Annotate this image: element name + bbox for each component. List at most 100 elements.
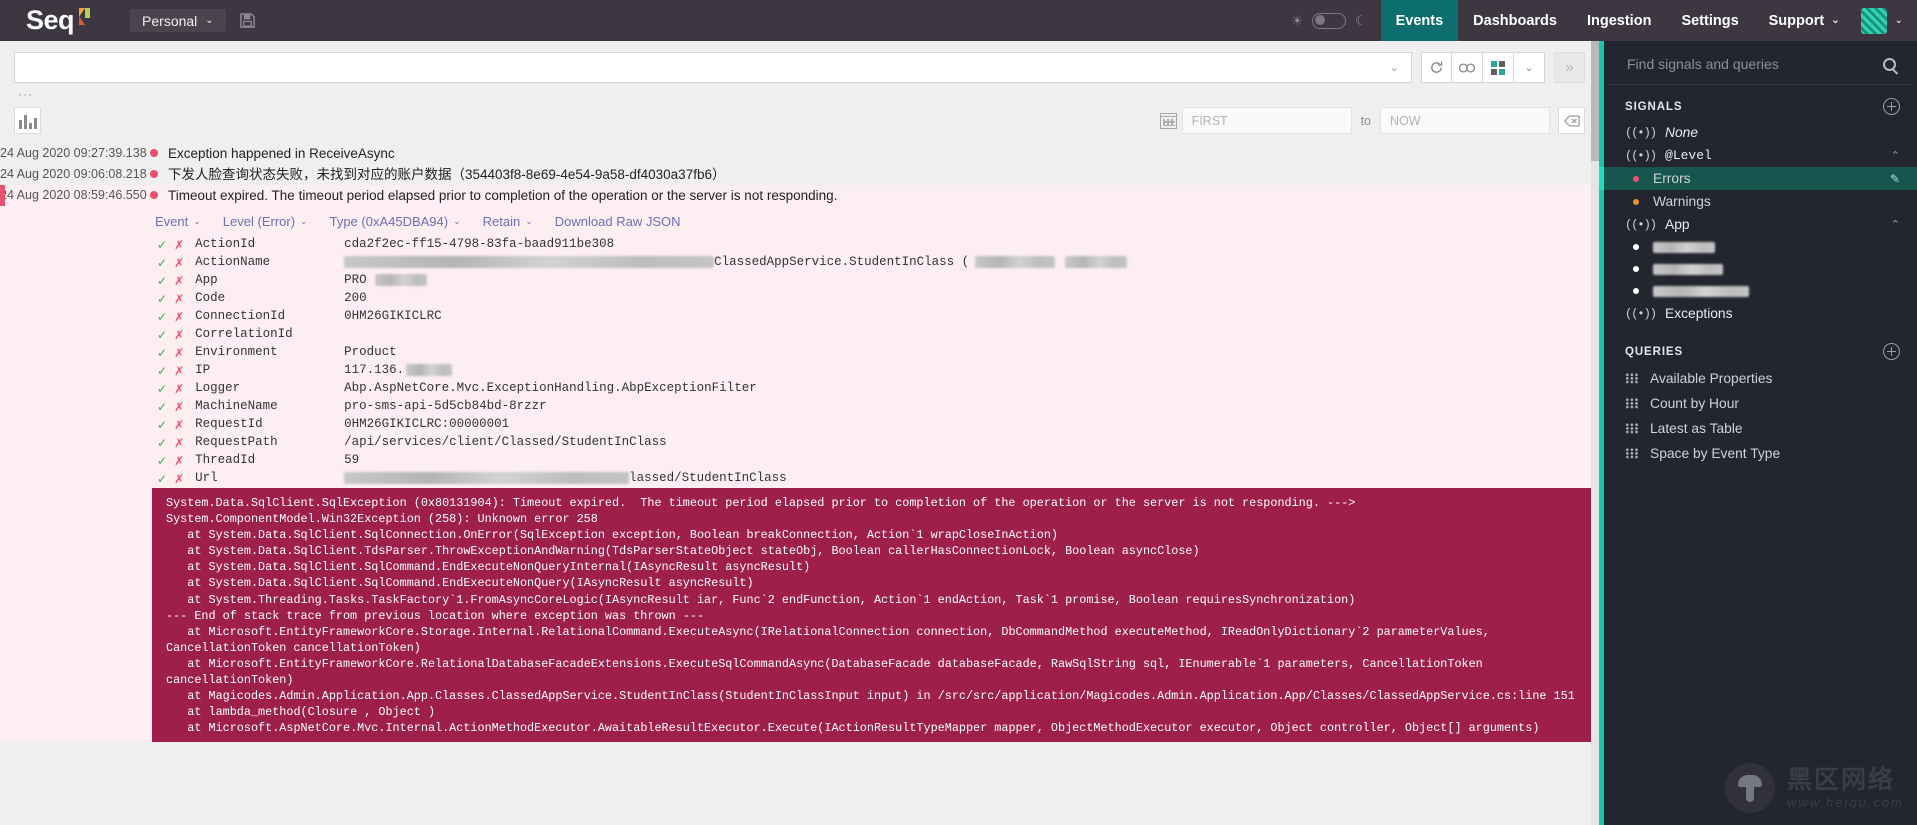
sidebar-item-space-by-event-type[interactable]: Space by Event Type (1604, 441, 1917, 466)
query-input-wrapper[interactable]: ⌄ (14, 52, 1412, 83)
event-list-item-selected[interactable]: 24 Aug 2020 08:59:46.550 Timeout expired… (0, 185, 1599, 206)
include-icon[interactable]: ✓ (157, 382, 167, 396)
nav-link-events[interactable]: Events (1380, 0, 1459, 41)
include-icon[interactable]: ✓ (157, 292, 167, 306)
scrollbar-thumb[interactable] (1591, 41, 1599, 161)
nav-link-support[interactable]: Support ⌄ (1754, 0, 1855, 41)
download-raw-json-link[interactable]: Download Raw JSON (555, 214, 681, 229)
layout-dropdown-button[interactable]: ⌄ (1514, 52, 1545, 83)
action-label: Type (0xA45DBA94) (329, 214, 449, 229)
exclude-icon[interactable]: ✗ (174, 256, 184, 270)
sidebar-item-app-1[interactable] (1604, 236, 1917, 258)
sidebar-item-signal-exceptions[interactable]: ((•)) Exceptions (1604, 302, 1917, 325)
nav-link-ingestion[interactable]: Ingestion (1572, 0, 1666, 41)
chevron-up-icon[interactable]: ⌃ (1891, 149, 1900, 162)
event-list-item[interactable]: 24 Aug 2020 09:06:08.218 下发人脸查询状态失败，未找到对… (0, 164, 1599, 185)
sidebar-item-app-2[interactable] (1604, 258, 1917, 280)
sidebar-item-label: Space by Event Type (1650, 446, 1781, 461)
layout-grid-button[interactable] (1483, 52, 1514, 83)
level-dot-warning (1633, 198, 1639, 205)
search-icon[interactable] (1883, 57, 1896, 71)
bar-chart-icon[interactable] (14, 107, 41, 134)
user-menu[interactable]: ⌄ (1855, 0, 1917, 41)
exclude-icon[interactable]: ✗ (174, 238, 184, 252)
include-icon[interactable]: ✓ (157, 472, 167, 486)
exclude-icon[interactable]: ✗ (174, 418, 184, 432)
sidebar-item-latest-as-table[interactable]: Latest as Table (1604, 416, 1917, 441)
add-query-button[interactable] (1883, 343, 1900, 360)
sidebar-item-label: Latest as Table (1650, 421, 1743, 436)
sidebar-item-signal-level[interactable]: ((•)) @Level ⌃ (1604, 144, 1917, 167)
exclude-icon[interactable]: ✗ (174, 310, 184, 324)
redacted-text (406, 363, 453, 376)
watermark-logo-icon (1724, 763, 1775, 813)
include-icon[interactable]: ✓ (157, 454, 167, 468)
sidebar-item-label: Available Properties (1650, 371, 1773, 386)
sidebar-item-signal-none[interactable]: ((•)) None (1604, 121, 1917, 144)
property-name: MachineName (195, 399, 278, 413)
search-input[interactable] (25, 59, 1384, 76)
sidebar-item-errors[interactable]: Errors ✎ (1599, 167, 1917, 190)
chevron-down-icon[interactable]: ⌄ (1384, 61, 1405, 74)
sidebar-item-available-properties[interactable]: Available Properties (1604, 366, 1917, 391)
exclude-icon[interactable]: ✗ (174, 274, 184, 288)
include-icon[interactable]: ✓ (157, 256, 167, 270)
retain-menu-button[interactable]: Retain ⌄ (483, 214, 533, 229)
include-icon[interactable]: ✓ (157, 310, 167, 324)
nav-link-settings[interactable]: Settings (1666, 0, 1753, 41)
sidebar-item-count-by-hour[interactable]: Count by Hour (1604, 391, 1917, 416)
calendar-icon[interactable] (1156, 108, 1182, 134)
exclude-icon[interactable]: ✗ (174, 346, 184, 360)
query-icon (1625, 398, 1639, 409)
event-list-item[interactable]: 24 Aug 2020 09:27:39.138 Exception happe… (0, 143, 1599, 164)
seq-logo[interactable]: Seq (0, 0, 108, 41)
clear-time-filter-button[interactable] (1558, 107, 1585, 134)
app-dot (1633, 266, 1639, 272)
refresh-button[interactable] (1421, 52, 1452, 83)
include-icon[interactable]: ✓ (157, 328, 167, 342)
theme-toggle-switch[interactable] (1311, 12, 1346, 29)
time-to-input[interactable]: NOW (1380, 107, 1550, 134)
save-icon[interactable] (239, 0, 255, 41)
link-button[interactable] (1452, 52, 1483, 83)
exclude-icon[interactable]: ✗ (174, 436, 184, 450)
include-icon[interactable]: ✓ (157, 418, 167, 432)
add-signal-button[interactable] (1883, 98, 1900, 115)
signal-icon: ((•)) (1625, 217, 1657, 232)
main-scrollbar[interactable] (1591, 41, 1599, 825)
workspace-selector[interactable]: Personal ⌄ (130, 9, 226, 32)
include-icon[interactable]: ✓ (157, 400, 167, 414)
include-icon[interactable]: ✓ (157, 364, 167, 378)
exclude-icon[interactable]: ✗ (174, 400, 184, 414)
exclude-icon[interactable]: ✗ (174, 328, 184, 342)
expand-button[interactable]: » (1554, 52, 1585, 83)
property-name: RequestId (195, 417, 263, 431)
sidebar-search-input[interactable] (1625, 55, 1875, 73)
chevron-down-icon: ⌄ (1831, 15, 1840, 26)
include-icon[interactable]: ✓ (157, 274, 167, 288)
sidebar-item-app-3[interactable] (1604, 280, 1917, 302)
exclude-icon[interactable]: ✗ (174, 454, 184, 468)
chevron-down-icon: ⌄ (453, 216, 461, 226)
level-menu-button[interactable]: Level (Error) ⌄ (223, 214, 308, 229)
edit-pencil-icon[interactable]: ✎ (1890, 172, 1900, 186)
exclude-icon[interactable]: ✗ (174, 382, 184, 396)
event-timestamp: 24 Aug 2020 08:59:46.550 (0, 188, 147, 202)
event-menu-button[interactable]: Event ⌄ (155, 214, 201, 229)
type-menu-button[interactable]: Type (0xA45DBA94) ⌄ (330, 214, 461, 229)
include-icon[interactable]: ✓ (157, 346, 167, 360)
watermark-url: www.heiqu.com (1786, 794, 1904, 810)
exclude-icon[interactable]: ✗ (174, 364, 184, 378)
sidebar-item-warnings[interactable]: Warnings (1604, 190, 1917, 213)
chevron-up-icon[interactable]: ⌃ (1891, 218, 1900, 231)
time-from-input[interactable]: FIRST (1181, 107, 1352, 134)
event-properties-table: ✓ ✗ ActionId cda2f2ec-ff15-4798-83fa-baad… (0, 236, 1599, 488)
sidebar-item-signal-app[interactable]: ((•)) App ⌃ (1604, 213, 1917, 236)
exclude-icon[interactable]: ✗ (174, 292, 184, 306)
nav-link-dashboards[interactable]: Dashboards (1458, 0, 1572, 41)
exclude-icon[interactable]: ✗ (174, 472, 184, 486)
include-icon[interactable]: ✓ (157, 436, 167, 450)
include-icon[interactable]: ✓ (157, 238, 167, 252)
sidebar-search[interactable] (1608, 41, 1913, 85)
